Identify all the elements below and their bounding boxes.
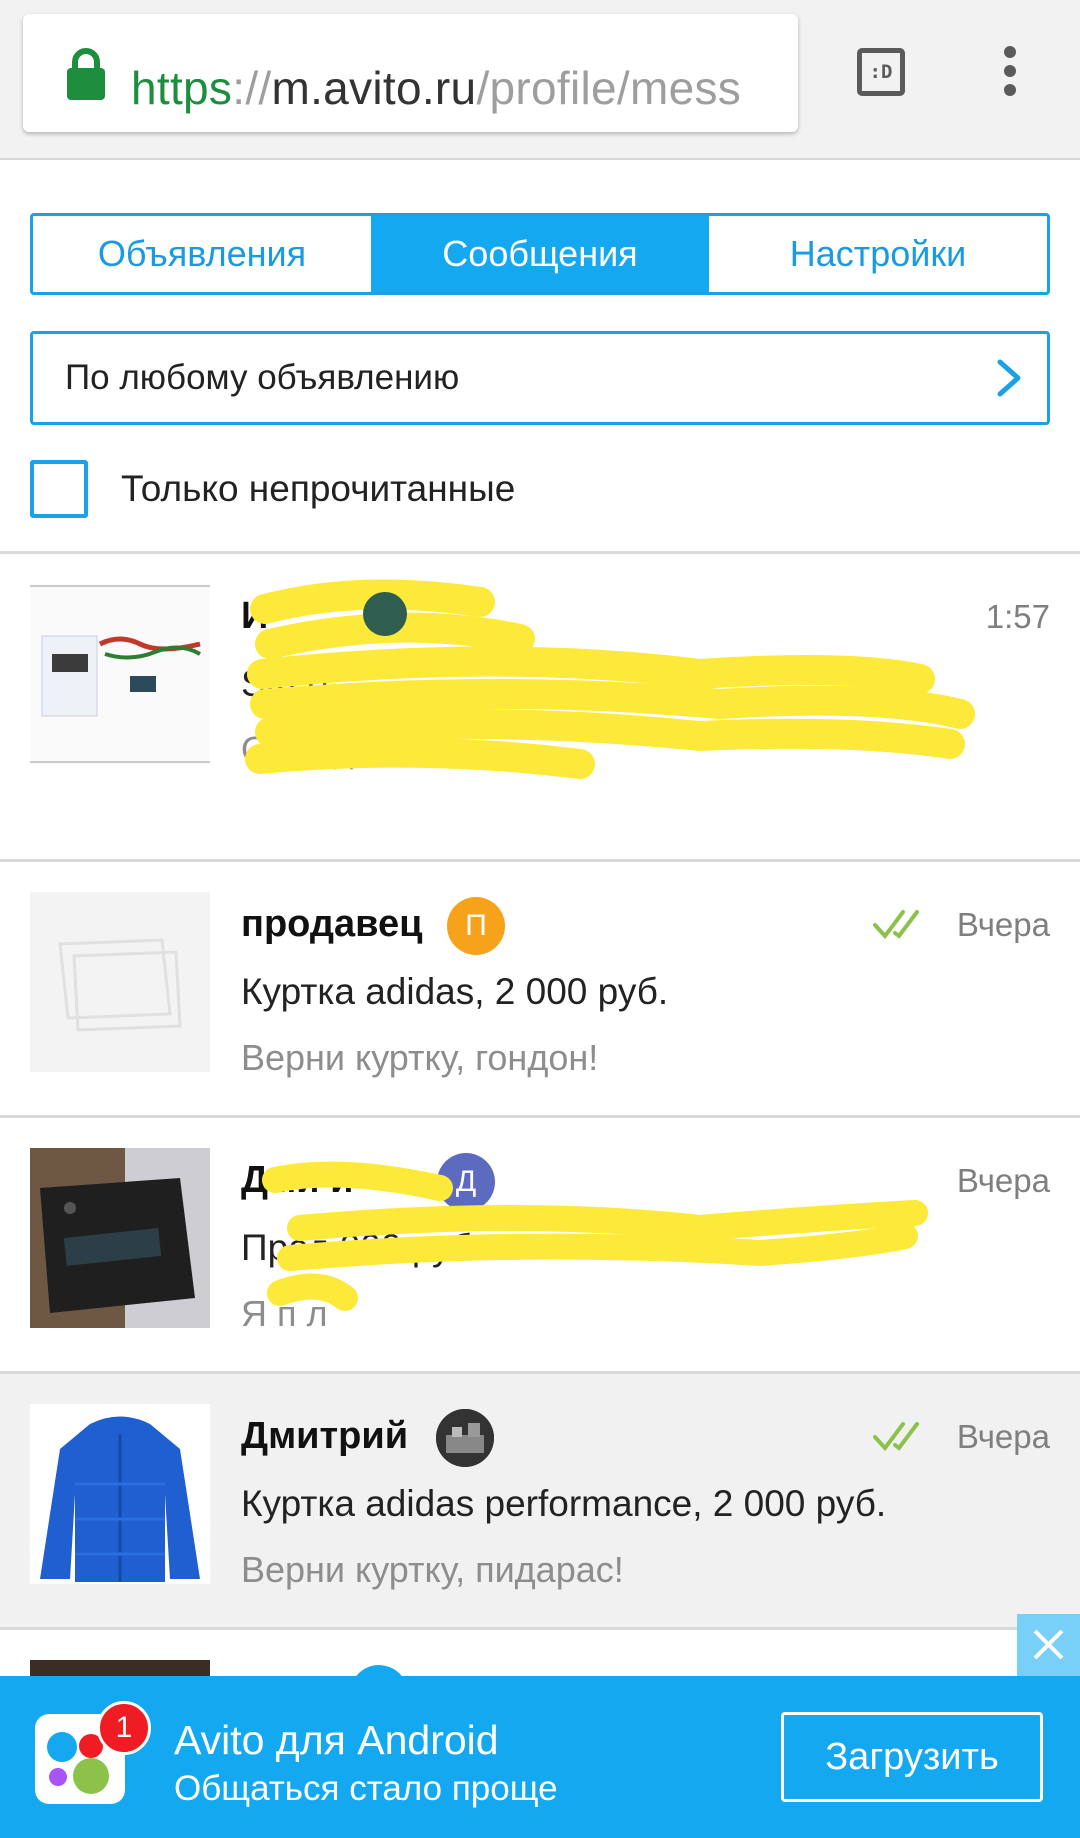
sender-name: продавец [241, 903, 423, 945]
tab-ads[interactable]: Объявления [33, 216, 371, 292]
message-item[interactable]: Дмитрий Вчера Куртка adidas performance,… [0, 1371, 1080, 1627]
url-path: /profile/mess [476, 62, 742, 114]
browser-toolbar: https://m.avito.ru/profile/mess :D [0, 0, 1080, 160]
message-preview: Верни куртку, пидарас! [241, 1549, 624, 1590]
listing-title: Куртка adidas, 2 000 руб. [241, 971, 669, 1012]
profile-tabs: Объявления Сообщения Настройки [30, 213, 1050, 295]
double-check-icon [873, 1422, 919, 1451]
lock-icon [67, 48, 105, 100]
url-text: https://m.avito.ru/profile/mess [131, 60, 741, 116]
message-item[interactable]: продавец П Вчера Куртка adidas, 2 000 ру… [0, 859, 1080, 1115]
tab-switcher-icon[interactable]: :D [857, 48, 905, 96]
avatar-photo [436, 1409, 494, 1467]
message-preview: Я п л [241, 1293, 328, 1334]
sender-name: Дми й [241, 1159, 354, 1201]
sender-avatar: П [447, 897, 505, 955]
unread-only-row: Только непрочитанные [30, 460, 630, 520]
no-photo-placeholder [30, 892, 210, 1072]
listing-title: Прод 000 руб. [241, 1227, 483, 1268]
message-time: 1:57 [985, 598, 1050, 635]
ad-filter-select[interactable]: По любому объявлению [30, 331, 1050, 425]
overflow-menu-icon[interactable] [1000, 46, 1020, 102]
sender-name: И [241, 595, 269, 637]
listing-title: Куртка adidas performance, 2 000 руб. [241, 1483, 887, 1524]
double-check-icon [873, 910, 919, 939]
message-item[interactable]: Дми й Д Вчера Прод 000 руб. Я п л [0, 1115, 1080, 1371]
sender-name: Дмитрий [241, 1415, 409, 1457]
ad-filter-label: По любому объявлению [65, 358, 460, 397]
message-time: Вчера [956, 906, 1050, 943]
listing-thumbnail [30, 584, 210, 764]
app-subtitle: Общаться стало проще [174, 1769, 558, 1808]
sender-avatar [436, 1409, 494, 1467]
app-name: Avito для Android [174, 1717, 499, 1763]
tab-messages[interactable]: Сообщения [371, 216, 709, 292]
unread-only-checkbox[interactable] [30, 460, 88, 518]
notification-badge: 1 [97, 1701, 151, 1755]
message-preview: Верни куртку, гондон! [241, 1037, 599, 1078]
chevron-right-icon [997, 359, 1021, 397]
url-scheme: https [131, 62, 233, 114]
image-placeholder-icon [30, 892, 210, 1072]
download-button[interactable]: Загрузить [781, 1712, 1043, 1802]
listing-title: Sta б. [241, 663, 339, 704]
url-host: m.avito.ru [271, 62, 477, 114]
message-preview: Отл уда [241, 729, 374, 770]
banner-close-button[interactable] [1017, 1614, 1080, 1676]
url-separator: :// [232, 62, 272, 114]
listing-thumbnail [30, 1148, 210, 1328]
address-bar[interactable]: https://m.avito.ru/profile/mess [23, 14, 798, 132]
tab-settings[interactable]: Настройки [709, 216, 1047, 292]
message-list: И 1:57 Sta б. Отл уда продавец П Вчера К… [0, 551, 1080, 1723]
car-radio-photo [30, 584, 210, 764]
message-time: Вчера [956, 1162, 1050, 1199]
app-promo-banner: 1 Avito для Android Общаться стало проще… [0, 1676, 1080, 1838]
jacket-photo [30, 1404, 210, 1584]
message-item[interactable]: И 1:57 Sta б. Отл уда [0, 551, 1080, 859]
close-icon [1033, 1629, 1064, 1660]
sender-avatar: Д [437, 1153, 495, 1211]
head-unit-photo [30, 1148, 210, 1328]
listing-thumbnail [30, 1404, 210, 1584]
message-time: Вчера [956, 1418, 1050, 1455]
unread-only-label[interactable]: Только непрочитанные [121, 460, 515, 518]
